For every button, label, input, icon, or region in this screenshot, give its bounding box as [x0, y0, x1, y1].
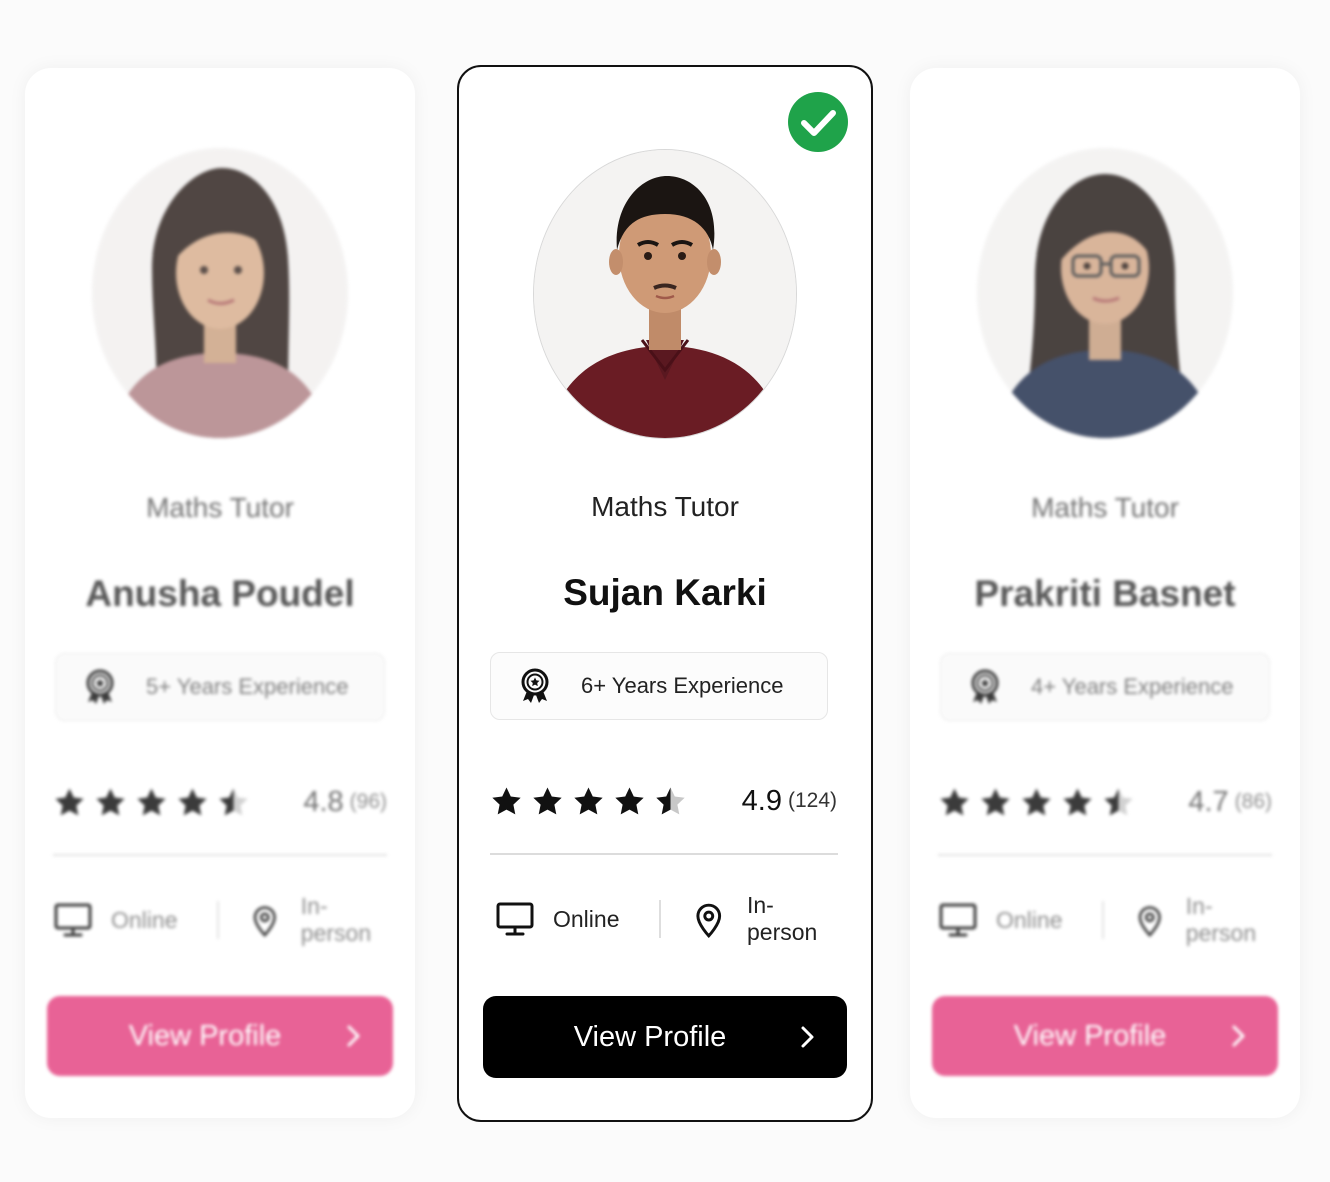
chevron-right-icon — [1226, 1024, 1250, 1048]
star-icon — [531, 785, 564, 818]
award-badge-icon — [515, 666, 555, 706]
star-icon — [1020, 786, 1053, 819]
view-profile-label: View Profile — [573, 1020, 727, 1053]
half-star-icon — [217, 786, 250, 819]
rating-score: 4.9 — [741, 784, 782, 817]
monitor-icon — [938, 900, 978, 940]
mode-separator — [1102, 901, 1105, 939]
experience-label: 4+ Years Experience — [1031, 674, 1234, 699]
tutor-card-prakriti[interactable]: Maths Tutor Prakriti Basnet 4+ Years Exp… — [910, 68, 1300, 1118]
monitor-icon — [53, 900, 93, 940]
tutor-card-anusha[interactable]: Maths Tutor Anusha Poudel 5+ Years Exper… — [25, 68, 415, 1118]
view-profile-button[interactable]: View Profile — [483, 996, 847, 1078]
star-icon — [490, 785, 523, 818]
star-icon — [1061, 786, 1094, 819]
star-rating — [938, 786, 1135, 819]
experience-chip: 5+ Years Experience — [55, 653, 385, 721]
star-icon — [176, 786, 209, 819]
mode-inperson-label: In-person — [300, 893, 372, 946]
tutor-role: Maths Tutor — [1031, 492, 1179, 523]
mode-inperson-label: In-person — [1185, 893, 1257, 946]
star-rating — [490, 785, 687, 818]
mode-inperson: In-person — [689, 892, 843, 946]
mode-inperson-label: In-person — [746, 892, 818, 945]
teaching-modes: Online In-person — [938, 893, 1272, 946]
chevron-right-icon — [341, 1024, 365, 1048]
tutor-name: Sujan Karki — [563, 572, 767, 613]
rating-row: 4.9 (124) — [490, 779, 837, 823]
divider — [938, 854, 1272, 856]
star-rating — [53, 786, 250, 819]
tutor-role: Maths Tutor — [146, 492, 294, 523]
mode-online-label: Online — [111, 906, 178, 933]
star-icon — [938, 786, 971, 819]
mode-online-label: Online — [996, 906, 1063, 933]
view-profile-label: View Profile — [1013, 1019, 1167, 1052]
half-star-icon — [1102, 786, 1135, 819]
rating-score: 4.7 — [1188, 785, 1229, 818]
tutor-name: Anusha Poudel — [85, 573, 355, 614]
experience-label: 6+ Years Experience — [581, 673, 784, 698]
star-icon — [94, 786, 127, 819]
location-pin-icon — [689, 899, 729, 939]
rating-row: 4.8 (96) — [53, 780, 387, 824]
mode-separator — [659, 900, 662, 938]
star-icon — [135, 786, 168, 819]
check-circle-icon — [788, 92, 848, 152]
tutor-card-sujan[interactable]: Maths Tutor Sujan Karki 6+ Years Experie… — [457, 65, 873, 1122]
avatar — [977, 148, 1233, 438]
chevron-right-icon — [795, 1025, 819, 1049]
award-badge-icon — [80, 667, 120, 707]
half-star-icon — [654, 785, 687, 818]
mode-inperson: In-person — [1132, 893, 1272, 947]
star-icon — [979, 786, 1012, 819]
location-pin-icon — [247, 900, 283, 940]
mode-online: Online — [938, 900, 1062, 940]
avatar — [92, 148, 348, 438]
mode-separator — [217, 901, 220, 939]
star-icon — [53, 786, 86, 819]
teaching-modes: Online In-person — [53, 893, 387, 946]
location-pin-icon — [1132, 900, 1168, 940]
divider — [53, 854, 387, 856]
teaching-modes: Online In-person — [495, 892, 843, 945]
review-count: (124) — [787, 789, 837, 812]
experience-chip: 6+ Years Experience — [490, 652, 828, 720]
experience-label: 5+ Years Experience — [146, 674, 349, 699]
mode-online: Online — [495, 899, 619, 939]
mode-inperson: In-person — [247, 893, 387, 947]
tutor-role: Maths Tutor — [591, 491, 739, 522]
rating-score: 4.8 — [303, 785, 344, 818]
avatar — [533, 149, 797, 439]
experience-chip: 4+ Years Experience — [940, 653, 1270, 721]
rating-row: 4.7 (86) — [938, 780, 1272, 824]
review-count: (96) — [349, 790, 387, 813]
review-count: (86) — [1234, 790, 1272, 813]
view-profile-button[interactable]: View Profile — [932, 996, 1278, 1076]
divider — [490, 853, 838, 855]
mode-online-label: Online — [553, 905, 620, 932]
view-profile-label: View Profile — [128, 1019, 282, 1052]
tutor-name: Prakriti Basnet — [974, 573, 1236, 614]
award-badge-icon — [965, 667, 1005, 707]
star-icon — [613, 785, 646, 818]
star-icon — [572, 785, 605, 818]
view-profile-button[interactable]: View Profile — [47, 996, 393, 1076]
mode-online: Online — [53, 900, 177, 940]
monitor-icon — [495, 899, 535, 939]
